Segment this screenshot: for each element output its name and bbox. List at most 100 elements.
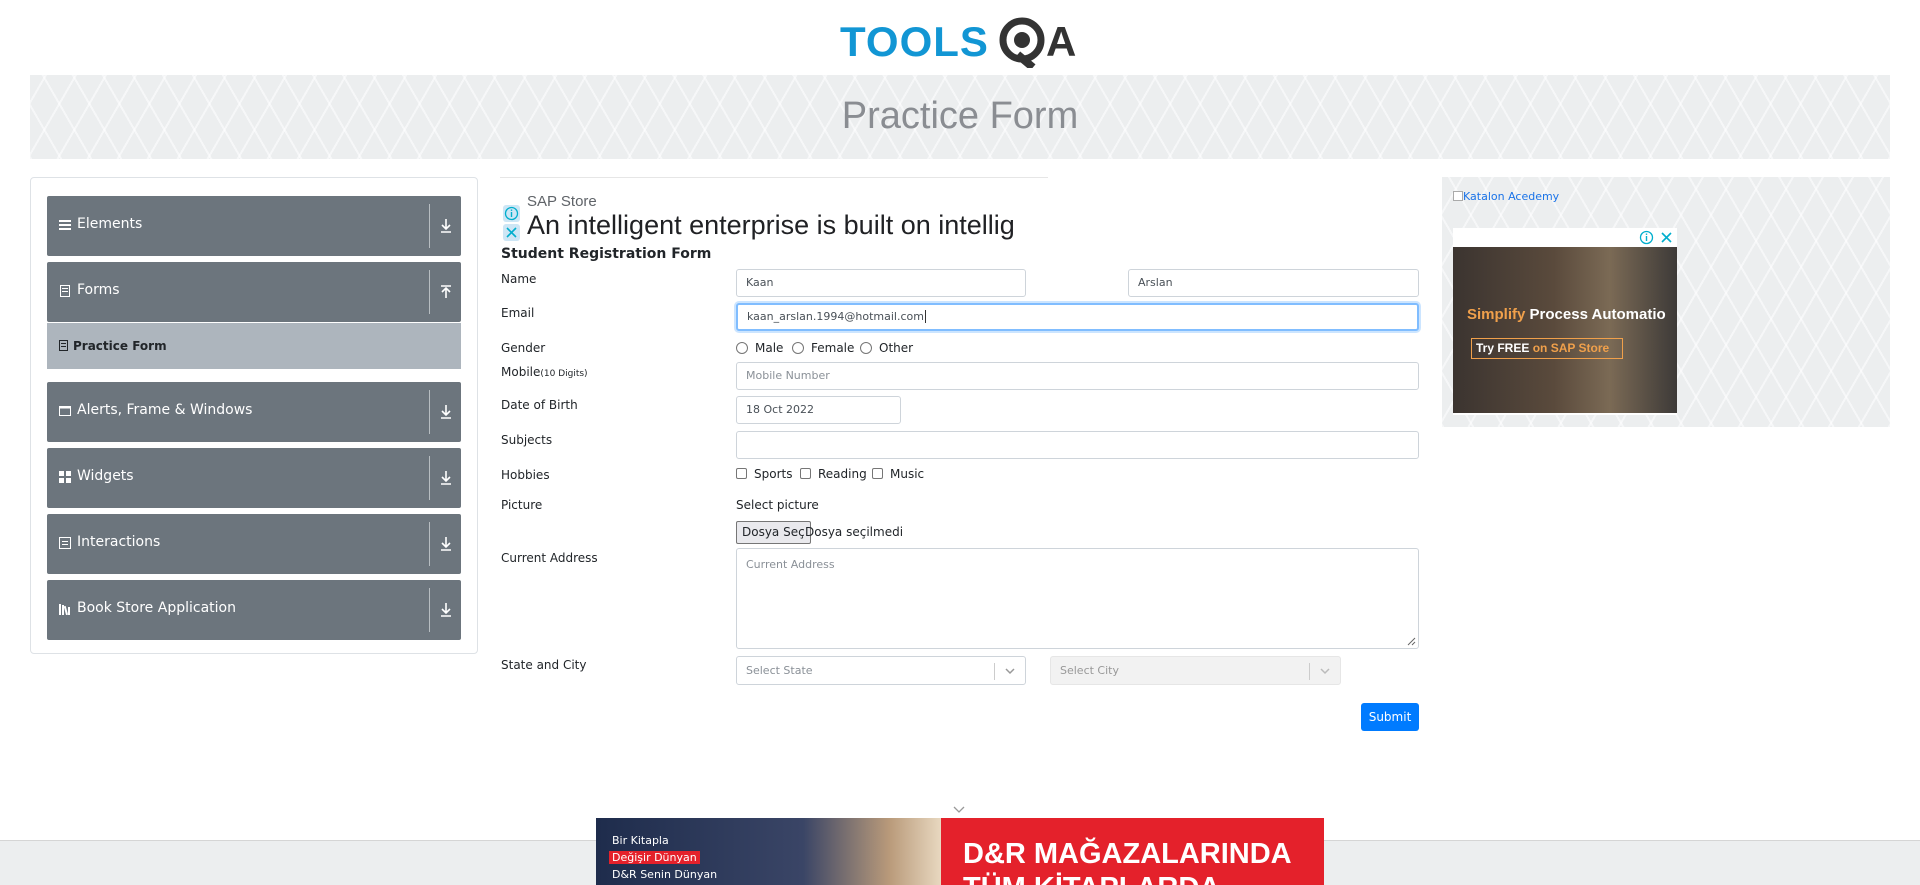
sidebar-group-interactions[interactable]: Interactions bbox=[47, 514, 461, 574]
svg-text:A: A bbox=[1046, 18, 1076, 65]
ad-headline-text: Process Automatio bbox=[1529, 306, 1666, 323]
city-placeholder: Select City bbox=[1060, 664, 1119, 677]
grid-icon bbox=[59, 471, 71, 483]
ad-close-icon[interactable] bbox=[1658, 229, 1675, 246]
gender-radio-male[interactable]: Male bbox=[736, 341, 783, 355]
address-placeholder: Current Address bbox=[746, 558, 835, 571]
sidebar-group-book-store[interactable]: Book Store Application bbox=[47, 580, 461, 640]
chevron-down-icon[interactable] bbox=[439, 470, 453, 486]
gender-radio-female[interactable]: Female bbox=[792, 341, 854, 355]
email-input[interactable]: kaan_arslan.1994@hotmail.com bbox=[736, 303, 1419, 331]
books-icon bbox=[59, 604, 70, 615]
ad-cta-button[interactable]: Try FREE on SAP Store bbox=[1471, 338, 1623, 359]
chevron-down-icon[interactable] bbox=[439, 536, 453, 552]
sidebar-group-label: Widgets bbox=[77, 468, 134, 484]
email-label: Email bbox=[501, 306, 535, 320]
ad-headline[interactable]: An intelligent enterprise is built on in… bbox=[527, 210, 1015, 241]
ad-cta-text: Try FREE bbox=[1476, 341, 1530, 355]
checkbox-box[interactable] bbox=[872, 468, 883, 479]
first-name-input[interactable]: Kaan bbox=[736, 269, 1026, 297]
chevron-up-icon[interactable] bbox=[439, 284, 453, 300]
ad-close-icon[interactable] bbox=[503, 224, 520, 241]
gender-label: Gender bbox=[501, 341, 546, 355]
checkbox-label: Sports bbox=[754, 467, 793, 481]
city-select[interactable]: Select City bbox=[1050, 656, 1341, 685]
address-label: Current Address bbox=[501, 551, 598, 565]
picture-label: Picture bbox=[501, 498, 543, 512]
ad-advertiser: SAP Store bbox=[527, 193, 597, 210]
dob-label: Date of Birth bbox=[501, 398, 578, 412]
ad-big-text: D&R MAĞAZALARINDA bbox=[963, 838, 1292, 870]
page-title: Practice Form bbox=[841, 95, 1079, 137]
choose-file-button[interactable]: Dosya Seç bbox=[736, 521, 811, 544]
radio-circle[interactable] bbox=[792, 342, 804, 354]
ad-info-icon[interactable] bbox=[1638, 229, 1655, 246]
state-placeholder: Select State bbox=[746, 664, 813, 677]
chevron-down-icon[interactable] bbox=[439, 218, 453, 234]
window-icon bbox=[59, 406, 71, 416]
sidebar-group-label: Forms bbox=[77, 282, 120, 298]
sap-store-ad[interactable]: SAP Store An intelligent enterprise is b… bbox=[500, 177, 1048, 242]
sidebar-group-forms[interactable]: Forms bbox=[47, 262, 461, 322]
divider bbox=[429, 390, 430, 434]
radio-circle[interactable] bbox=[736, 342, 748, 354]
mobile-hint: (10 Digits) bbox=[540, 369, 588, 379]
katalon-academy-image-link[interactable]: Katalon Acedemy bbox=[1453, 190, 1559, 203]
last-name-input[interactable]: Arslan bbox=[1128, 269, 1419, 297]
ad-line3: D&R Senin Dünyan bbox=[612, 868, 718, 881]
toolsqa-logo[interactable]: TOOLS A bbox=[840, 12, 1082, 71]
mobile-label-text: Mobile bbox=[501, 365, 541, 379]
sidebar-item-practice-form[interactable]: Practice Form bbox=[47, 323, 461, 369]
current-address-textarea[interactable]: Current Address bbox=[736, 548, 1419, 649]
hobby-checkbox-sports[interactable]: Sports bbox=[736, 467, 792, 481]
sidebar-group-label: Alerts, Frame & Windows bbox=[77, 402, 253, 418]
ad-headline-accent: Simplify bbox=[1467, 306, 1526, 323]
sidebar-group-label: Elements bbox=[77, 216, 143, 232]
sidebar-group-alerts[interactable]: Alerts, Frame & Windows bbox=[47, 382, 461, 442]
state-select[interactable]: Select State bbox=[736, 656, 1026, 685]
sidebar: Elements Forms Practice Form Alerts, Fra… bbox=[30, 177, 478, 654]
dr-bottom-ad[interactable]: Bir Kitapla Değişir Dünyan D&R Senin Dün… bbox=[596, 818, 1324, 885]
checkbox-label: Reading bbox=[818, 467, 867, 481]
hobbies-label: Hobbies bbox=[501, 468, 550, 482]
hobby-checkbox-music[interactable]: Music bbox=[872, 467, 924, 481]
subjects-input[interactable] bbox=[736, 431, 1419, 459]
katalon-alt-text: Katalon Acedemy bbox=[1463, 190, 1560, 203]
sidebar-group-widgets[interactable]: Widgets bbox=[47, 448, 461, 508]
file-status: Dosya seçilmedi bbox=[805, 525, 904, 539]
divider bbox=[429, 522, 430, 566]
chevron-down-icon[interactable] bbox=[953, 806, 965, 814]
ad-headline: Simplify Process Automatio bbox=[1467, 306, 1666, 323]
sidebar-group-label: Book Store Application bbox=[77, 600, 236, 616]
ad-line1: Bir Kitapla bbox=[612, 834, 669, 847]
mobile-input[interactable]: Mobile Number bbox=[736, 362, 1419, 390]
subjects-label: Subjects bbox=[501, 433, 553, 447]
checkbox-box[interactable] bbox=[736, 468, 747, 479]
divider bbox=[429, 270, 430, 314]
resize-handle-icon[interactable] bbox=[1407, 637, 1416, 646]
list-icon bbox=[59, 537, 71, 549]
chevron-down-icon[interactable] bbox=[439, 404, 453, 420]
chevron-down-icon bbox=[1005, 668, 1015, 675]
ad-line2: Değişir Dünyan bbox=[609, 851, 700, 864]
mobile-label: Mobile(10 Digits) bbox=[501, 365, 588, 379]
dob-input[interactable]: 18 Oct 2022 bbox=[736, 396, 901, 424]
name-label: Name bbox=[501, 272, 537, 286]
sap-side-ad[interactable]: Simplify Process Automatio Try FREE on S… bbox=[1453, 228, 1677, 415]
chevron-down-icon[interactable] bbox=[439, 602, 453, 618]
ad-big-text-2: TÜM KİTAPLARDA bbox=[963, 872, 1220, 885]
sidebar-group-elements[interactable]: Elements bbox=[47, 196, 461, 256]
submit-button[interactable]: Submit bbox=[1361, 703, 1419, 731]
hobby-checkbox-reading[interactable]: Reading bbox=[800, 467, 867, 481]
ad-info-icon[interactable] bbox=[503, 205, 520, 222]
select-picture-label: Select picture bbox=[736, 498, 819, 512]
ad-image bbox=[1453, 247, 1677, 413]
form-title: Student Registration Form bbox=[501, 246, 712, 262]
checkbox-box[interactable] bbox=[800, 468, 811, 479]
radio-circle[interactable] bbox=[860, 342, 872, 354]
chevron-down-icon bbox=[1320, 668, 1330, 675]
checkbox-label: Music bbox=[890, 467, 925, 481]
gender-radio-other[interactable]: Other bbox=[860, 341, 913, 355]
sidebar-group-label: Interactions bbox=[77, 534, 161, 550]
document-icon bbox=[59, 340, 68, 351]
